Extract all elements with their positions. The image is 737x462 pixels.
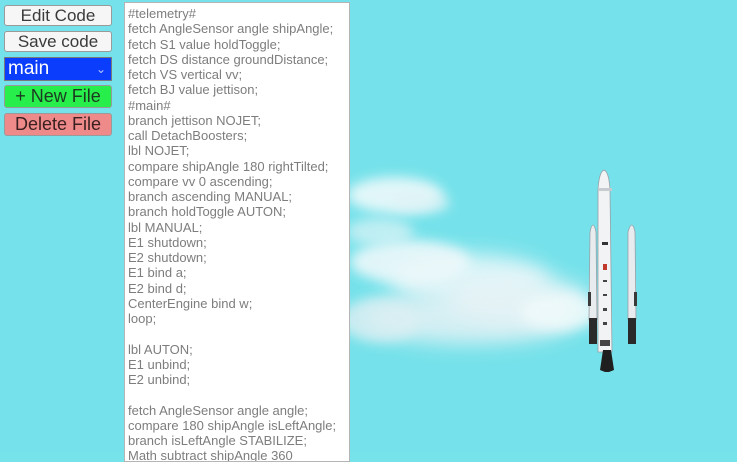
code-line: branch isLeftAngle STABILIZE;: [128, 433, 307, 448]
code-line: fetch S1 value holdToggle;: [128, 36, 281, 52]
code-line: E2 bind d;: [128, 280, 187, 296]
code-line: E2 shutdown;: [128, 250, 207, 265]
code-line: call DetachBoosters;: [128, 128, 248, 143]
code-line: fetch AngleSensor angle shipAngle;: [128, 21, 334, 37]
right-booster: [627, 224, 637, 344]
code-line: compare vv 0 ascending;: [128, 173, 273, 189]
code-line: fetch VS vertical vv;: [128, 67, 243, 82]
code-line: E1 unbind;: [128, 356, 191, 372]
core-stage: [597, 169, 614, 372]
code-line: compare 180 shipAngle isLeftAngle;: [128, 417, 337, 433]
code-line: E1 bind a;: [128, 265, 187, 281]
code-line: CenterEngine bind w;: [128, 295, 253, 311]
code-line: E2 unbind;: [128, 372, 191, 387]
file-selector[interactable]: main ⌄: [4, 57, 112, 81]
code-line: branch jettison NOJET;: [128, 112, 261, 128]
code-line: compare shipAngle 180 rightTilted;: [128, 158, 329, 174]
code-line: #main#: [128, 97, 171, 113]
code-line: Math subtract shipAngle 360: [128, 448, 293, 462]
code-line: #telemetry#: [128, 6, 196, 21]
rocket: [588, 169, 637, 372]
code-line: lbl AUTON;: [128, 341, 193, 357]
new-file-button[interactable]: + New File: [4, 85, 112, 108]
delete-file-button[interactable]: Delete File: [4, 113, 112, 136]
code-line: branch holdToggle AUTON;: [128, 204, 287, 220]
code-line: branch ascending MANUAL;: [128, 189, 293, 204]
code-line: loop;: [128, 311, 157, 326]
edit-code-button[interactable]: Edit Code: [4, 5, 112, 26]
code-line: fetch DS distance groundDistance;: [128, 51, 329, 67]
code-line: lbl MANUAL;: [128, 219, 203, 235]
code-line: lbl NOJET;: [128, 143, 190, 159]
chevron-down-icon: ⌄: [95, 62, 106, 76]
code-line: E1 shutdown;: [128, 234, 207, 250]
left-booster: [588, 224, 598, 344]
save-code-button[interactable]: Save code: [4, 31, 112, 52]
code-line: fetch BJ value jettison;: [128, 82, 259, 98]
code-line: fetch AngleSensor angle angle;: [128, 402, 308, 418]
file-selector-value: main: [8, 58, 50, 79]
cloud-bank: [340, 177, 600, 344]
code-editor[interactable]: #telemetry# fetch AngleSensor angle shipA…: [124, 2, 350, 462]
